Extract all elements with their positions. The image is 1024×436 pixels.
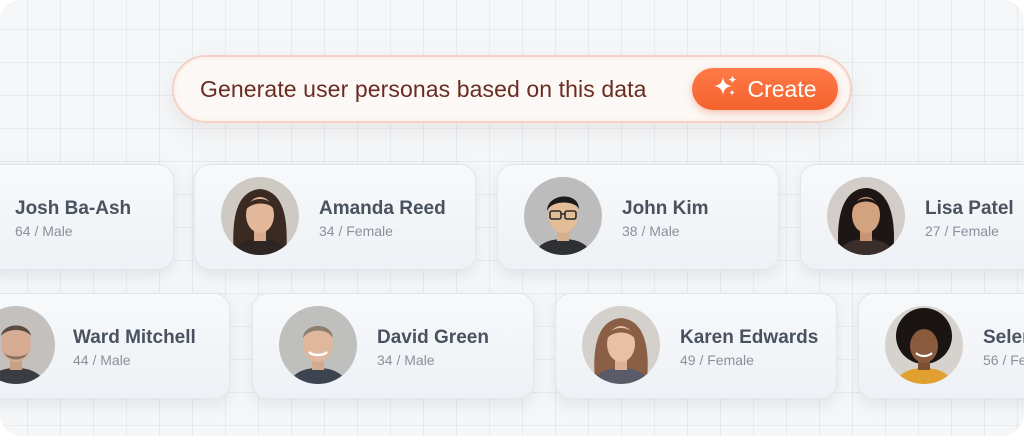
persona-name: Karen Edwards [680,327,819,348]
avatar [279,306,357,384]
persona-card[interactable]: Lisa Patel 27 / Female [800,164,1024,270]
persona-meta: 44 / Male [73,352,131,368]
persona-card[interactable]: Karen Edwards 49 / Female [555,293,837,399]
persona-name: Ward Mitchell [73,327,196,348]
persona-name: Josh Ba-Ash [15,198,132,219]
create-button-label: Create [747,75,817,102]
prompt-text: Generate user personas based on this dat… [200,76,647,102]
avatar [582,306,660,384]
persona-card[interactable]: John Kim 38 / Male [497,164,779,270]
persona-canvas: Generate user personas based on this dat… [0,0,1024,436]
persona-card[interactable]: David Green 34 / Male [252,293,534,399]
persona-card[interactable]: Selen 56 / Fe [858,293,1024,399]
persona-meta: 34 / Male [377,352,435,368]
avatar [827,177,905,255]
persona-meta: 34 / Female [319,223,393,239]
persona-meta: 64 / Male [15,223,73,239]
avatar [885,306,963,384]
avatar [0,306,55,384]
avatar [221,177,299,255]
create-button[interactable]: Create [692,68,838,110]
persona-name: John Kim [622,198,709,219]
prompt-bar[interactable]: Generate user personas based on this dat… [172,55,852,123]
persona-name: Lisa Patel [925,198,1014,219]
persona-card[interactable]: Ward Mitchell 44 / Male [0,293,230,399]
avatar [524,177,602,255]
persona-card[interactable]: Amanda Reed 34 / Female [194,164,476,270]
persona-name: Amanda Reed [319,198,446,219]
persona-meta: 56 / Fe [983,352,1024,368]
persona-meta: 27 / Female [925,223,999,239]
sparkles-icon [713,74,739,105]
persona-card[interactable]: Josh Ba-Ash 64 / Male [0,164,174,270]
persona-meta: 38 / Male [622,223,680,239]
persona-meta: 49 / Female [680,352,754,368]
persona-name: Selen [983,327,1024,348]
persona-name: David Green [377,327,489,348]
